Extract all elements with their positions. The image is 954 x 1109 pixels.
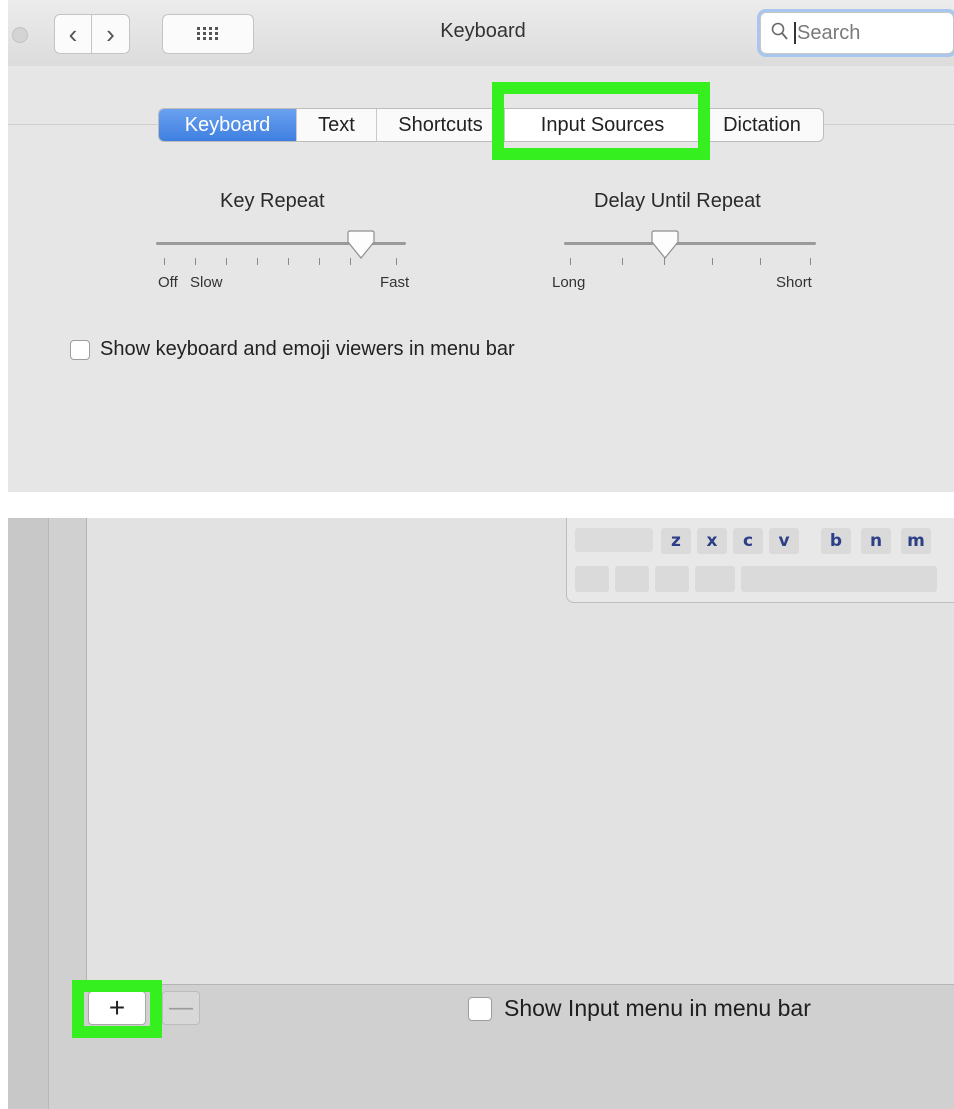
search-icon <box>771 22 788 40</box>
key-repeat-knob[interactable] <box>346 230 376 260</box>
show-viewers-checkbox[interactable] <box>70 340 90 360</box>
tab-dictation[interactable]: Dictation <box>701 109 823 141</box>
title-bar: ‹ › Keyboard <box>8 0 954 66</box>
show-input-menu-label: Show Input menu in menu bar <box>504 995 811 1021</box>
key-c: c <box>733 528 763 554</box>
keyboard-layout-preview: z x c v b n m <box>566 518 954 603</box>
chevron-right-icon: › <box>106 18 115 49</box>
key-z: z <box>661 528 691 554</box>
key-blank <box>575 566 609 592</box>
key-blank <box>575 528 653 552</box>
grid-icon <box>197 27 218 40</box>
delay-until-repeat-title: Delay Until Repeat <box>594 190 761 212</box>
delay-until-repeat-ticks <box>564 258 816 266</box>
window-edge <box>8 518 49 1109</box>
add-input-source-button[interactable]: + <box>88 991 146 1025</box>
chevron-left-icon: ‹ <box>68 18 78 49</box>
delay-until-repeat-slider[interactable] <box>564 242 816 245</box>
tab-bar: Keyboard Text Shortcuts Input Sources Di… <box>158 108 824 142</box>
input-sources-list[interactable] <box>86 518 460 984</box>
tab-input-sources[interactable]: Input Sources <box>505 109 701 141</box>
key-repeat-title: Key Repeat <box>220 190 325 212</box>
delay-short-label: Short <box>776 274 812 291</box>
spacebar <box>741 566 937 592</box>
show-viewers-label: Show keyboard and emoji viewers in menu … <box>100 338 515 360</box>
key-repeat-fast-label: Fast <box>380 274 410 291</box>
tab-shortcuts[interactable]: Shortcuts <box>377 109 505 141</box>
show-input-menu-checkbox[interactable] <box>468 997 492 1021</box>
key-x: x <box>697 528 727 554</box>
key-blank <box>695 566 735 592</box>
delay-long-label: Long <box>552 274 586 291</box>
tab-text[interactable]: Text <box>297 109 377 141</box>
show-all-button[interactable] <box>162 14 254 54</box>
delay-until-repeat-knob[interactable] <box>650 230 680 260</box>
pane-divider <box>86 984 954 985</box>
keyboard-preferences-window: ‹ › Keyboard Keyboard <box>8 0 954 492</box>
search-field[interactable] <box>760 12 954 54</box>
close-window-button[interactable] <box>12 27 28 43</box>
remove-input-source-button[interactable]: — <box>162 991 200 1025</box>
back-button[interactable]: ‹ <box>54 14 92 54</box>
key-blank <box>655 566 689 592</box>
tab-keyboard[interactable]: Keyboard <box>159 109 297 141</box>
input-sources-pane: z x c v b n m + — Show Input menu in men… <box>8 518 954 1109</box>
key-m: m <box>901 528 931 554</box>
key-v: v <box>769 528 799 554</box>
key-repeat-slow-label: Slow <box>190 274 223 291</box>
key-b: b <box>821 528 851 554</box>
key-blank <box>615 566 649 592</box>
window-title: Keyboard <box>440 20 526 42</box>
key-repeat-off-label: Off <box>158 274 178 291</box>
key-n: n <box>861 528 891 554</box>
search-input[interactable] <box>795 19 949 47</box>
forward-button[interactable]: › <box>92 14 130 54</box>
